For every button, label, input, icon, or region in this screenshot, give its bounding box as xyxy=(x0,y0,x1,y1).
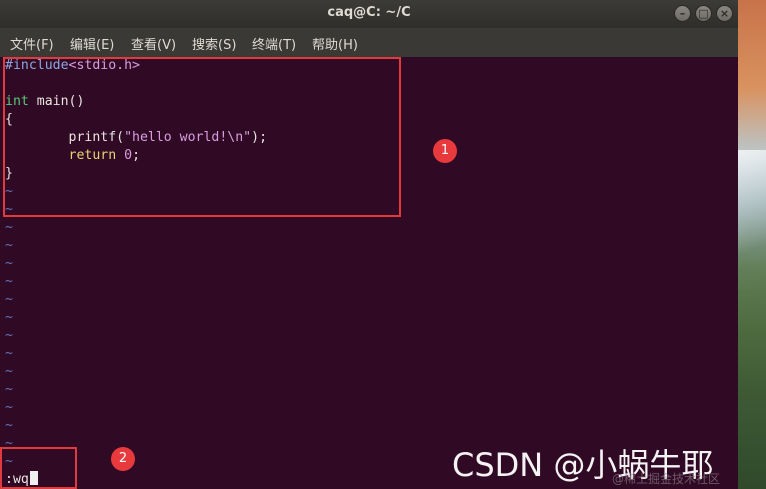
menu-file[interactable]: 文件(F) xyxy=(10,34,54,53)
code-highlight-box xyxy=(3,57,401,217)
empty-line-marker: ~ xyxy=(5,310,13,325)
menu-view[interactable]: 查看(V) xyxy=(131,34,176,53)
desktop-wallpaper xyxy=(738,0,766,489)
annotation-badge-2: 2 xyxy=(111,447,135,471)
empty-line-marker: ~ xyxy=(5,256,13,271)
empty-line-marker: ~ xyxy=(5,238,13,253)
minimize-button[interactable]: – xyxy=(674,5,691,22)
maximize-button[interactable]: □ xyxy=(695,5,712,22)
menu-search[interactable]: 搜索(S) xyxy=(192,34,236,53)
empty-line-marker: ~ xyxy=(5,292,13,307)
annotation-badge-1: 1 xyxy=(433,139,457,163)
menu-terminal[interactable]: 终端(T) xyxy=(252,34,296,53)
empty-line-marker: ~ xyxy=(5,400,13,415)
empty-line-marker: ~ xyxy=(5,364,13,379)
menu-bar: 文件(F) 编辑(E) 查看(V) 搜索(S) 终端(T) 帮助(H) xyxy=(0,28,738,57)
menu-help[interactable]: 帮助(H) xyxy=(312,34,358,53)
juejin-watermark: @稀土掘金技术社区 xyxy=(612,472,721,486)
empty-line-marker: ~ xyxy=(5,220,13,235)
window-title: caq@C: ~/C xyxy=(327,5,411,20)
empty-line-marker: ~ xyxy=(5,328,13,343)
title-bar[interactable]: caq@C: ~/C – □ × xyxy=(0,0,738,28)
empty-line-marker: ~ xyxy=(5,346,13,361)
empty-line-marker: ~ xyxy=(5,382,13,397)
close-button[interactable]: × xyxy=(716,5,733,22)
command-highlight-box xyxy=(0,447,77,489)
empty-line-marker: ~ xyxy=(5,274,13,289)
menu-edit[interactable]: 编辑(E) xyxy=(70,34,114,53)
empty-line-marker: ~ xyxy=(5,418,13,433)
